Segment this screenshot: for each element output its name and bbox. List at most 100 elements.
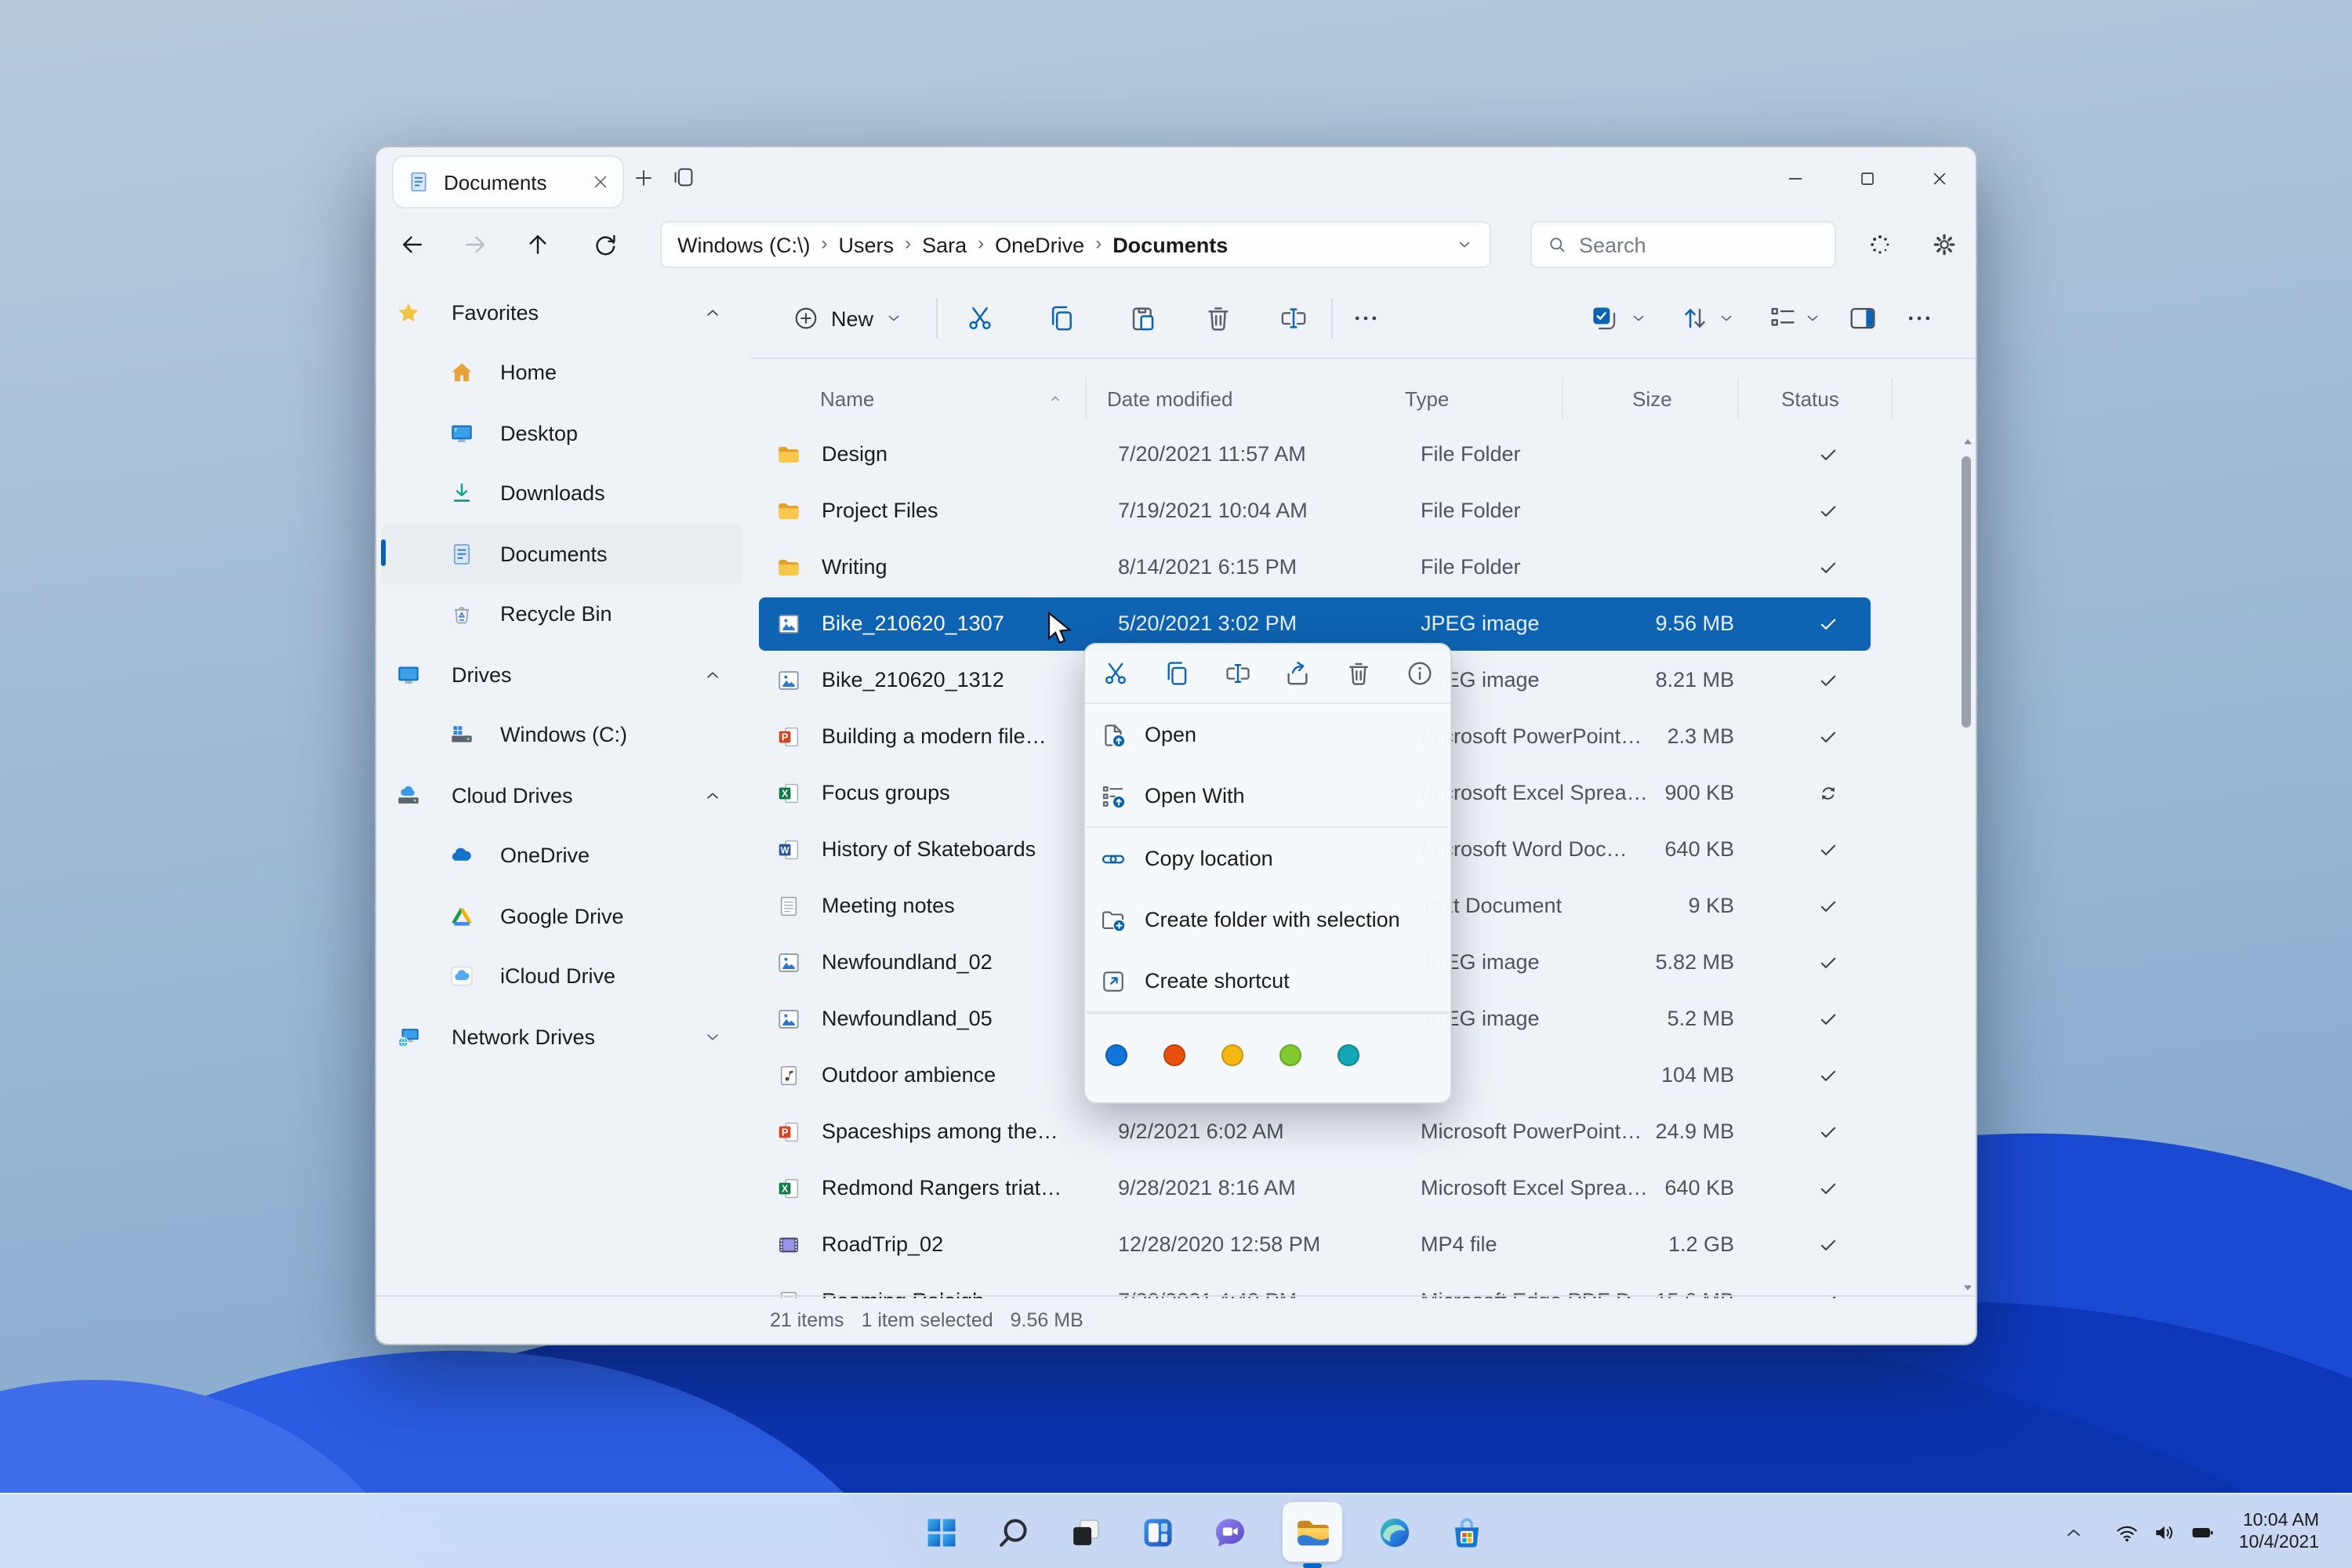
breadcrumb-segment-sara[interactable]: Sara <box>922 233 967 256</box>
tag-color-dot[interactable] <box>1279 1044 1301 1066</box>
tab-close-icon[interactable] <box>591 172 610 191</box>
taskbar-widgets-button[interactable] <box>1138 1512 1178 1552</box>
refresh-button[interactable] <box>591 230 619 259</box>
taskbar-edge-button[interactable] <box>1375 1512 1414 1552</box>
more-toolbar-button[interactable] <box>1904 303 1935 334</box>
sidebar-item-windows-c[interactable]: Windows (C:) <box>376 705 748 765</box>
sidebar-item-desktop[interactable]: Desktop <box>376 403 748 463</box>
sort-chevron-icon[interactable] <box>1717 309 1736 328</box>
more-options-button[interactable] <box>1350 303 1381 334</box>
file-row-writing[interactable]: Writing8/14/2021 6:15 PMFile Folder <box>751 539 1977 596</box>
menu-item-create-folder-with-selection[interactable]: Create folder with selection <box>1085 889 1450 950</box>
tab-overview-button[interactable] <box>671 165 696 190</box>
desktop-icon <box>448 420 475 447</box>
column-header-name[interactable]: Name <box>820 387 874 411</box>
tag-color-dot[interactable] <box>1338 1044 1359 1066</box>
sidebar-item-google-drive[interactable]: Google Drive <box>376 886 748 946</box>
column-header-status[interactable]: Status <box>1781 387 1839 411</box>
copy-button[interactable] <box>1046 303 1077 334</box>
file-row-redmond-rangers-triat[interactable]: XRedmond Rangers triat…9/28/2021 8:16 AM… <box>751 1160 1977 1217</box>
close-button[interactable] <box>1904 147 1976 210</box>
new-tab-button[interactable] <box>632 166 655 190</box>
paste-button[interactable] <box>1127 303 1159 334</box>
tag-color-dot[interactable] <box>1105 1044 1127 1066</box>
rename-quick-button[interactable] <box>1222 659 1252 688</box>
scrollbar-up-arrow[interactable] <box>1960 434 1976 450</box>
view-chevron-icon[interactable] <box>1803 309 1822 328</box>
file-row-roadtrip-02[interactable]: RoadTrip_0212/28/2020 12:58 PMMP4 file1.… <box>751 1217 1977 1273</box>
scrollbar-thumb[interactable] <box>1962 456 1971 728</box>
taskbar-chat-button[interactable] <box>1210 1512 1250 1552</box>
cut-button[interactable] <box>964 303 996 334</box>
breadcrumb-separator: › <box>978 233 984 254</box>
share-quick-button[interactable] <box>1283 659 1313 688</box>
sidebar-item-home[interactable]: Home <box>376 343 748 403</box>
tray-chevron-up-icon[interactable] <box>2062 1520 2085 1544</box>
sidebar-item-downloads[interactable]: Downloads <box>376 463 748 524</box>
breadcrumb: Windows (C:\)›Users›Sara›OneDrive›Docume… <box>677 233 1455 256</box>
sidebar-item-drives[interactable]: Drives <box>376 644 748 705</box>
new-button[interactable]: New <box>786 295 909 342</box>
address-bar[interactable]: Windows (C:\)›Users›Sara›OneDrive›Docume… <box>660 221 1491 268</box>
select-chevron-icon[interactable] <box>1629 309 1648 328</box>
preview-pane-button[interactable] <box>1847 303 1878 334</box>
cut-quick-button[interactable] <box>1101 659 1131 688</box>
column-header-date[interactable]: Date modified <box>1107 387 1232 411</box>
menu-item-copy-location[interactable]: Copy location <box>1085 828 1450 889</box>
menu-item-create-shortcut[interactable]: Create shortcut <box>1085 950 1450 1011</box>
chevron-up-icon[interactable] <box>702 303 723 323</box>
sidebar-item-cloud-drives[interactable]: Cloud Drives <box>376 765 748 826</box>
chevron-up-icon[interactable] <box>702 665 723 685</box>
forward-button[interactable] <box>461 230 489 259</box>
taskbar-explorer-button[interactable] <box>1283 1502 1342 1562</box>
file-row-spaceships-among-the[interactable]: PSpaceships among the…9/2/2021 6:02 AMMi… <box>751 1104 1977 1160</box>
taskbar-task-view-button[interactable] <box>1066 1512 1105 1552</box>
column-header-type[interactable]: Type <box>1405 387 1449 411</box>
tab-documents[interactable]: Documents <box>394 157 622 207</box>
settings-gear-icon[interactable] <box>1930 230 1958 259</box>
breadcrumb-segment-onedrive[interactable]: OneDrive <box>995 233 1084 256</box>
taskbar: 10:04 AM 10/4/2021 <box>0 1493 2352 1568</box>
tag-color-dot[interactable] <box>1163 1044 1185 1066</box>
chevron-down-icon[interactable] <box>702 1027 723 1047</box>
scrollbar-down-arrow[interactable] <box>1960 1279 1976 1295</box>
sidebar-item-documents[interactable]: Documents <box>381 524 743 584</box>
search-input[interactable]: Search <box>1530 221 1836 268</box>
file-row-design[interactable]: Design7/20/2021 11:57 AMFile Folder <box>751 426 1977 483</box>
select-button[interactable] <box>1588 303 1620 334</box>
breadcrumb-segment-windows-c[interactable]: Windows (C:\) <box>677 233 811 256</box>
properties-quick-button[interactable] <box>1405 659 1435 688</box>
minimize-button[interactable] <box>1759 147 1831 210</box>
sidebar-item-favorites[interactable]: Favorites <box>376 282 748 343</box>
view-button[interactable] <box>1767 303 1798 334</box>
wifi-icon[interactable] <box>2114 1519 2140 1545</box>
address-dropdown-chevron-icon[interactable] <box>1455 235 1474 254</box>
tag-color-dot[interactable] <box>1221 1044 1243 1066</box>
rename-button[interactable] <box>1278 303 1309 334</box>
copy-quick-button[interactable] <box>1162 659 1192 688</box>
up-button[interactable] <box>524 230 552 259</box>
sidebar-item-icloud-drive[interactable]: iCloud Drive <box>376 946 748 1007</box>
sidebar-item-network-drives[interactable]: Network Drives <box>376 1007 748 1067</box>
taskbar-start-button[interactable] <box>922 1512 961 1552</box>
sidebar-item-recycle-bin[interactable]: Recycle Bin <box>376 584 748 644</box>
sort-button[interactable] <box>1679 303 1711 334</box>
clock[interactable]: 10:04 AM 10/4/2021 <box>2239 1510 2319 1554</box>
delete-quick-button[interactable] <box>1344 659 1374 688</box>
sidebar-item-onedrive[interactable]: OneDrive <box>376 826 748 886</box>
column-header-size[interactable]: Size <box>1632 387 1672 411</box>
taskbar-search-button[interactable] <box>994 1512 1033 1552</box>
context-menu: OpenOpen WithCopy locationCreate folder … <box>1083 643 1452 1104</box>
maximize-button[interactable] <box>1831 147 1904 210</box>
battery-icon[interactable] <box>2189 1519 2216 1545</box>
back-button[interactable] <box>398 230 426 259</box>
breadcrumb-segment-users[interactable]: Users <box>839 233 895 256</box>
chevron-up-icon[interactable] <box>702 786 723 806</box>
delete-button[interactable] <box>1203 303 1234 334</box>
volume-icon[interactable] <box>2151 1519 2178 1545</box>
breadcrumb-segment-documents[interactable]: Documents <box>1112 233 1228 256</box>
file-row-project-files[interactable]: Project Files7/19/2021 10:04 AMFile Fold… <box>751 483 1977 539</box>
menu-item-open[interactable]: Open <box>1085 704 1450 765</box>
taskbar-store-button[interactable] <box>1447 1512 1486 1552</box>
menu-item-open-with[interactable]: Open With <box>1085 765 1450 826</box>
